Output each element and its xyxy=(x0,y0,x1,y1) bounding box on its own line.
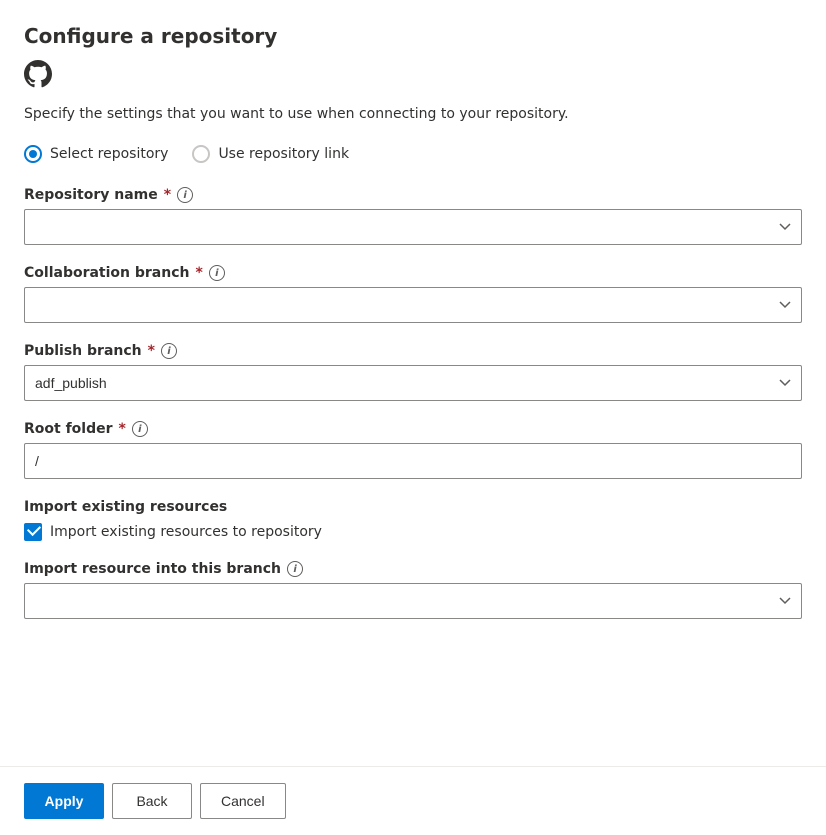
repository-name-select[interactable] xyxy=(24,209,802,245)
collaboration-branch-select[interactable] xyxy=(24,287,802,323)
radio-use-link[interactable]: Use repository link xyxy=(192,145,349,163)
import-branch-info-icon[interactable]: i xyxy=(287,561,303,577)
import-checkbox[interactable] xyxy=(24,523,42,541)
publish-branch-required: * xyxy=(148,343,155,359)
repository-name-dropdown-wrapper xyxy=(24,209,802,245)
root-folder-required: * xyxy=(119,421,126,437)
repository-name-info-icon[interactable]: i xyxy=(177,187,193,203)
import-branch-field: Import resource into this branch i xyxy=(24,561,802,619)
publish-branch-label-text: Publish branch xyxy=(24,343,142,359)
root-folder-input[interactable] xyxy=(24,443,802,479)
radio-use-link-input[interactable] xyxy=(192,145,210,163)
publish-branch-info-icon[interactable]: i xyxy=(161,343,177,359)
radio-use-link-label: Use repository link xyxy=(218,146,349,162)
collaboration-branch-dropdown-wrapper xyxy=(24,287,802,323)
publish-branch-field: Publish branch * i adf_publish xyxy=(24,343,802,401)
publish-branch-dropdown-wrapper: adf_publish xyxy=(24,365,802,401)
root-folder-label-text: Root folder xyxy=(24,421,113,437)
import-branch-select[interactable] xyxy=(24,583,802,619)
repository-name-label-text: Repository name xyxy=(24,187,158,203)
root-folder-label: Root folder * i xyxy=(24,421,802,437)
footer: Apply Back Cancel xyxy=(0,766,826,835)
radio-group: Select repository Use repository link xyxy=(24,145,802,163)
root-folder-info-icon[interactable]: i xyxy=(132,421,148,437)
content-area: Configure a repository Specify the setti… xyxy=(0,0,826,766)
repository-name-required: * xyxy=(164,187,171,203)
import-branch-dropdown-wrapper xyxy=(24,583,802,619)
repository-name-label: Repository name * i xyxy=(24,187,802,203)
publish-branch-label: Publish branch * i xyxy=(24,343,802,359)
cancel-button[interactable]: Cancel xyxy=(200,783,286,819)
page-title: Configure a repository xyxy=(24,24,802,48)
repository-name-field: Repository name * i xyxy=(24,187,802,245)
collaboration-branch-label-text: Collaboration branch xyxy=(24,265,189,281)
import-checkbox-label: Import existing resources to repository xyxy=(50,524,322,540)
radio-select-repository[interactable]: Select repository xyxy=(24,145,168,163)
import-branch-label-text: Import resource into this branch xyxy=(24,561,281,577)
description-text: Specify the settings that you want to us… xyxy=(24,104,802,125)
back-button[interactable]: Back xyxy=(112,783,192,819)
radio-select-repository-label: Select repository xyxy=(50,146,168,162)
import-checkbox-row: Import existing resources to repository xyxy=(24,523,802,541)
page-container: Configure a repository Specify the setti… xyxy=(0,0,826,835)
collaboration-branch-field: Collaboration branch * i xyxy=(24,265,802,323)
import-resources-section: Import existing resources Import existin… xyxy=(24,499,802,541)
github-icon xyxy=(24,60,802,92)
collaboration-branch-label: Collaboration branch * i xyxy=(24,265,802,281)
publish-branch-select[interactable]: adf_publish xyxy=(24,365,802,401)
import-branch-label: Import resource into this branch i xyxy=(24,561,802,577)
import-resources-label: Import existing resources xyxy=(24,499,802,515)
collaboration-branch-required: * xyxy=(195,265,202,281)
root-folder-field: Root folder * i xyxy=(24,421,802,479)
collaboration-branch-info-icon[interactable]: i xyxy=(209,265,225,281)
apply-button[interactable]: Apply xyxy=(24,783,104,819)
radio-select-repository-input[interactable] xyxy=(24,145,42,163)
